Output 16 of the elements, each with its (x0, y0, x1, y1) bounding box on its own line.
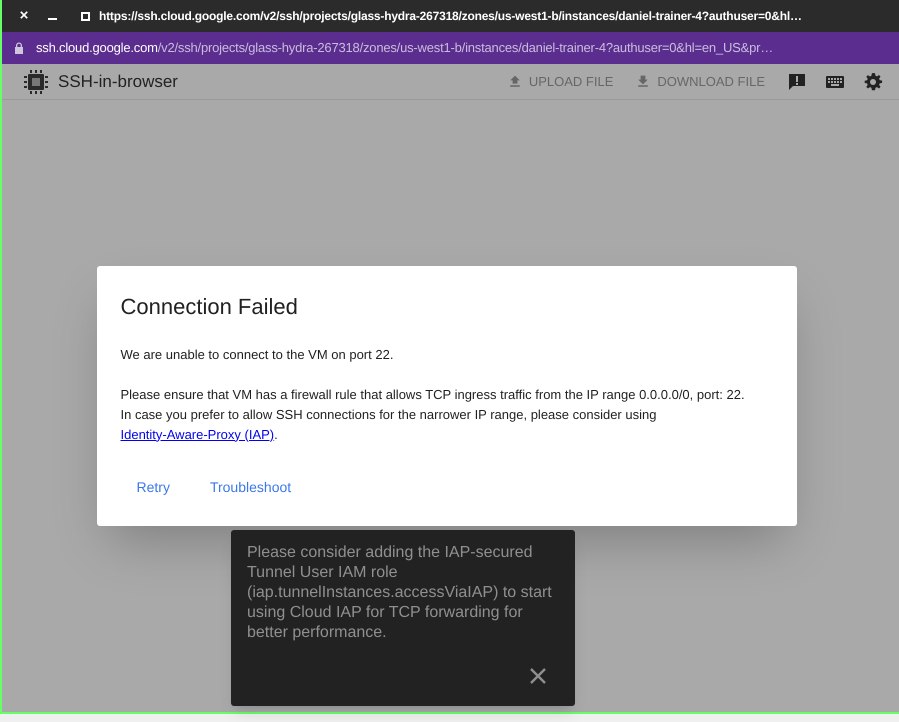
dialog-title: Connection Failed (120, 293, 299, 321)
dialog-button[interactable]: Retry (120, 468, 186, 506)
dialog-message: We are unable to connect to the VM on port 22. (120, 346, 394, 364)
iap-link[interactable]: Identity-Aware-Proxy (IAP) (120, 426, 274, 442)
app-title: SSH-in-browser (58, 70, 178, 93)
dialog-button[interactable]: Troubleshoot (194, 468, 308, 506)
lock-icon (14, 42, 24, 54)
window-title: https://ssh.cloud.google.com/v2/ssh/projects/glass-hydra-267318/zones/us-west1-b/instances/daniel-trainer-4?authuser=0&hl… (99, 8, 802, 25)
dialog-detail: Please ensure that VM has a firewall rule that allows TCP ingress traffic from the IP range 0.0.0.0/0, port: 22. In case you prefer to allow SSH connections for the narrower IP range, please consider using Identity-Aware-Proxy (IAP). (120, 386, 746, 444)
settings-icon[interactable] (863, 72, 883, 92)
snackbar-message: Please consider adding the IAP-secured Tunnel User IAM role (iap.tunnelInstances.accessViaIAP) to start using Cloud IAP for TCP forwarding for better performance. (247, 542, 553, 642)
close-icon[interactable] (530, 668, 546, 684)
chip-icon (22, 68, 50, 96)
feedback-icon[interactable] (787, 72, 807, 92)
close-icon[interactable]: × (14, 4, 34, 28)
maximize-icon[interactable] (81, 12, 90, 20)
